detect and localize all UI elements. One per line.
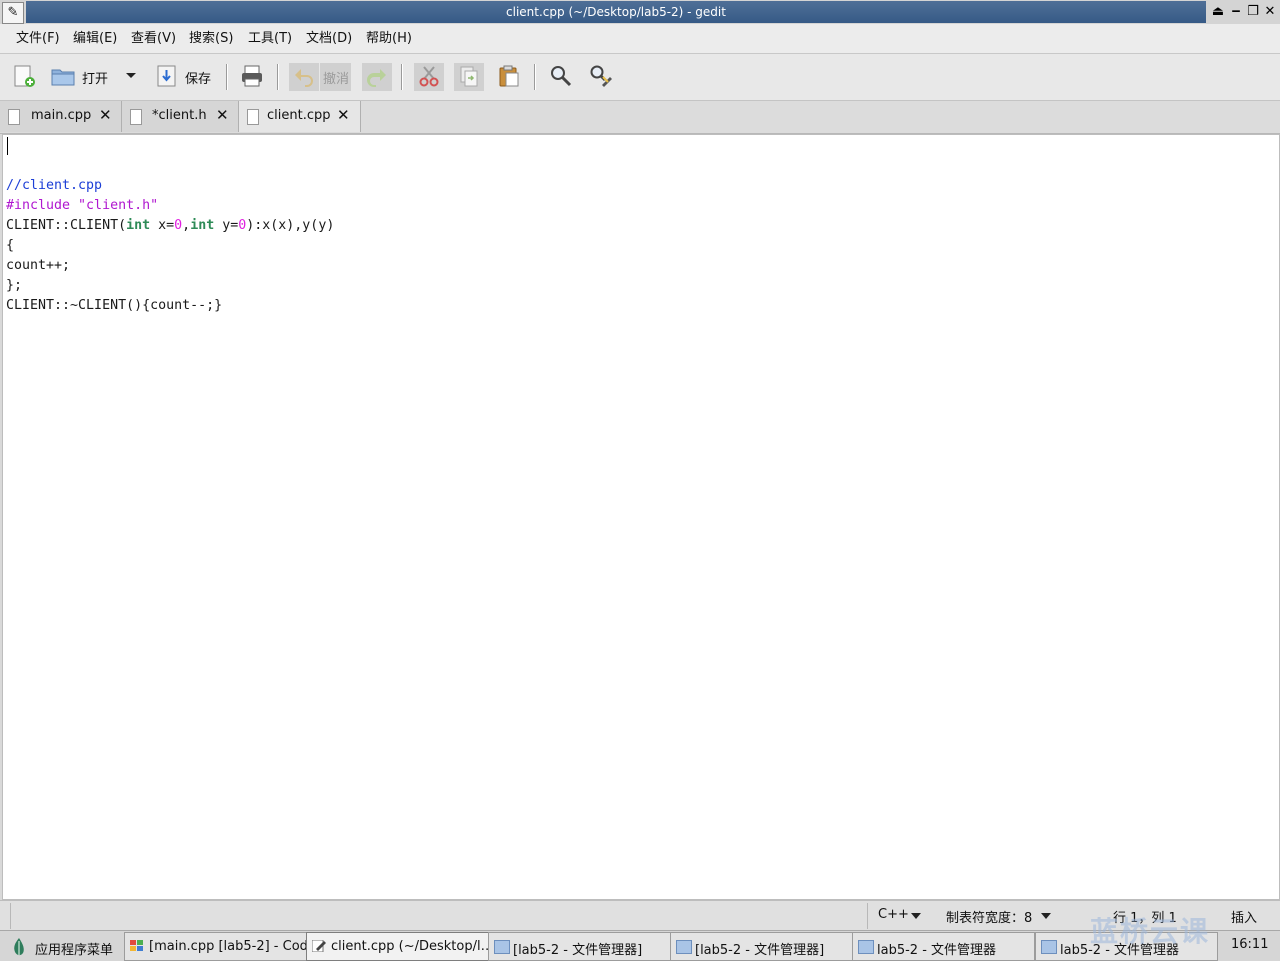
tab-bar: main.cpp ✕ *client.h ✕ client.cpp ✕	[0, 101, 1280, 134]
applications-menu-button[interactable]: 应用程序菜单	[2, 932, 122, 961]
menu-bar: 文件(F) 编辑(E) 查看(V) 搜索(S) 工具(T) 文档(D) 帮助(H…	[0, 24, 1280, 54]
tab-width-selector[interactable]: 制表符宽度：8	[946, 907, 1032, 926]
applications-menu-label: 应用程序菜单	[35, 943, 114, 958]
menu-edit[interactable]: 编辑(E)	[73, 24, 117, 53]
chevron-down-icon[interactable]	[1040, 911, 1052, 921]
taskbar: 应用程序菜单 [main.cpp [lab5-2] - Cod… client.…	[0, 930, 1280, 961]
tab-label: client.cpp	[267, 108, 331, 123]
tab-label: main.cpp	[31, 108, 92, 123]
folder-icon	[858, 940, 874, 954]
tab-main-cpp[interactable]: main.cpp ✕	[0, 101, 122, 132]
folder-icon	[676, 940, 692, 954]
close-tab-icon[interactable]: ✕	[337, 106, 350, 124]
code-line: CLIENT::CLIENT(int x=0,int y=0):x(x),y(y…	[6, 218, 335, 233]
folder-icon	[1041, 940, 1057, 954]
close-tab-icon[interactable]: ✕	[99, 106, 112, 124]
code-view[interactable]: ​//client.cpp#include "client.h"CLIENT::…	[6, 156, 334, 316]
taskbar-item-gedit[interactable]: client.cpp (~/Desktop/l…	[306, 932, 489, 961]
gedit-icon	[312, 940, 326, 952]
shade-window-icon[interactable]: ⏏	[1210, 2, 1226, 22]
taskbar-item-label: [lab5-2 - 文件管理器]	[513, 943, 643, 958]
tab-client-cpp[interactable]: client.cpp ✕	[239, 101, 361, 132]
folder-icon	[494, 940, 510, 954]
title-bar[interactable]: ✎ client.cpp (~/Desktop/lab5-2) - gedit …	[0, 0, 1280, 24]
code-line: count++;	[6, 258, 71, 273]
window-title: client.cpp (~/Desktop/lab5-2) - gedit	[506, 5, 726, 19]
open-recent-dropdown-icon[interactable]	[121, 64, 145, 88]
menu-view[interactable]: 查看(V)	[131, 24, 176, 53]
open-button[interactable]: 打开	[82, 68, 108, 87]
taskbar-item-codeblocks[interactable]: [main.cpp [lab5-2] - Cod…	[124, 932, 307, 961]
menu-search[interactable]: 搜索(S)	[189, 24, 233, 53]
code-line: };	[6, 278, 23, 293]
menu-file[interactable]: 文件(F)	[16, 24, 60, 53]
codeblocks-icon	[130, 940, 143, 951]
taskbar-item-label: [main.cpp [lab5-2] - Cod…	[149, 939, 307, 954]
taskbar-item-label: lab5-2 - 文件管理器	[877, 943, 997, 958]
taskbar-item-file-manager[interactable]: [lab5-2 - 文件管理器]	[670, 932, 853, 961]
gedit-app-icon[interactable]: ✎	[2, 2, 24, 24]
text-file-icon	[247, 109, 259, 125]
code-line: {	[6, 238, 15, 253]
paste-icon[interactable]	[497, 64, 521, 88]
menu-tools[interactable]: 工具(T)	[248, 24, 292, 53]
clock: 16:11	[1231, 937, 1269, 952]
save-icon[interactable]	[155, 64, 179, 88]
insert-mode: 插入	[1231, 911, 1258, 926]
minimize-window-icon[interactable]: ‒	[1228, 2, 1244, 22]
chevron-down-icon[interactable]	[910, 911, 922, 921]
tab-label: *client.h	[152, 108, 207, 123]
toolbar: 打开 保存 撤消	[0, 54, 1280, 101]
language-selector[interactable]: C++	[878, 907, 909, 922]
search-icon[interactable]	[549, 64, 573, 88]
taskbar-item-label: client.cpp (~/Desktop/l…	[331, 939, 489, 954]
close-window-icon[interactable]: ✕	[1262, 2, 1278, 22]
taskbar-item-label: [lab5-2 - 文件管理器]	[695, 943, 825, 958]
watermark-logo: 蓝桥云课	[1090, 915, 1211, 948]
text-file-icon	[8, 109, 20, 125]
cut-icon[interactable]	[417, 64, 441, 88]
new-document-icon[interactable]	[12, 64, 36, 88]
menu-help[interactable]: 帮助(H)	[366, 24, 412, 53]
undo-icon[interactable]	[292, 64, 316, 88]
close-tab-icon[interactable]: ✕	[216, 106, 229, 124]
code-line: //client.cpp	[6, 178, 103, 193]
find-replace-icon[interactable]	[589, 64, 613, 88]
code-line: ​	[6, 156, 334, 176]
status-bar: C++ 制表符宽度：8 行 1，列 1 插入	[0, 900, 1280, 931]
code-line: CLIENT::~CLIENT(){count--;}	[6, 298, 223, 313]
print-icon[interactable]	[240, 64, 264, 88]
taskbar-item-file-manager[interactable]: lab5-2 - 文件管理器	[852, 932, 1035, 961]
tab-client-h[interactable]: *client.h ✕	[122, 101, 239, 132]
maximize-window-icon[interactable]: ❐	[1245, 2, 1261, 22]
save-button[interactable]: 保存	[185, 68, 211, 87]
app-menu-icon	[14, 938, 24, 956]
code-line: #include "client.h"	[6, 198, 159, 213]
open-folder-icon[interactable]	[51, 64, 75, 88]
taskbar-item-file-manager[interactable]: [lab5-2 - 文件管理器]	[488, 932, 671, 961]
text-cursor	[7, 137, 8, 155]
text-editor[interactable]: ​//client.cpp#include "client.h"CLIENT::…	[2, 134, 1280, 900]
menu-documents[interactable]: 文档(D)	[306, 24, 352, 53]
text-file-icon	[130, 109, 142, 125]
undo-button[interactable]: 撤消	[323, 68, 349, 87]
copy-icon[interactable]	[457, 64, 481, 88]
redo-icon[interactable]	[365, 64, 389, 88]
